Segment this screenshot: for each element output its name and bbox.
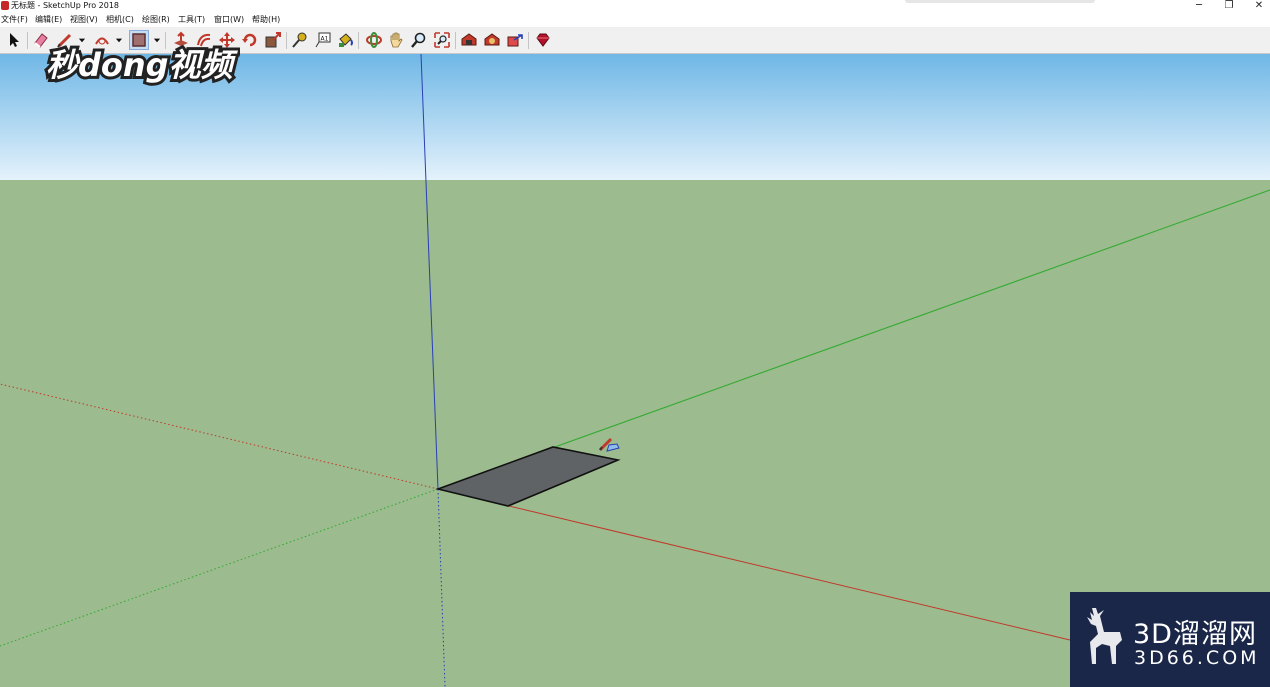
- menu-view[interactable]: 视图(V): [70, 13, 98, 27]
- minimize-button[interactable]: ─: [1184, 0, 1214, 13]
- scale-tool-button[interactable]: [263, 30, 283, 50]
- menu-file[interactable]: 文件(F): [1, 13, 28, 27]
- zoom-extents-tool-button[interactable]: [432, 30, 452, 50]
- svg-text:秒dong视频: 秒dong视频: [46, 46, 239, 84]
- brand-domain: 3D66.COM: [1134, 647, 1260, 669]
- zoom-extents-icon: [434, 32, 450, 48]
- menu-edit[interactable]: 编辑(E): [35, 13, 62, 27]
- toolbar-separator: [27, 32, 28, 49]
- chevron-down-icon: [153, 38, 160, 43]
- text-tool-button[interactable]: A1: [313, 30, 333, 50]
- sketchup-logo-icon: [1, 1, 9, 10]
- deer-logo-icon: [1087, 608, 1122, 664]
- warehouse-tool-button[interactable]: [459, 30, 479, 50]
- menu-camera[interactable]: 相机(C): [106, 13, 134, 27]
- share-model-tool-button[interactable]: [505, 30, 525, 50]
- title-bar: 无标题 - SketchUp Pro 2018 ─ ❐ ✕: [0, 0, 1270, 13]
- restore-button[interactable]: ❐: [1214, 0, 1244, 13]
- extension-icon: [484, 33, 500, 46]
- tape-measure-tool-button[interactable]: [290, 30, 310, 50]
- select-tool-button[interactable]: [4, 30, 24, 50]
- ruby-icon: [536, 33, 550, 47]
- tape-icon: [292, 32, 307, 48]
- close-button[interactable]: ✕: [1244, 0, 1270, 13]
- window-title: 无标题 - SketchUp Pro 2018: [11, 1, 119, 10]
- extension-warehouse-tool-button[interactable]: [482, 30, 502, 50]
- extension-manager-tool-button[interactable]: [533, 30, 553, 50]
- svg-text:A1: A1: [321, 36, 329, 43]
- menu-help[interactable]: 帮助(H): [252, 13, 280, 27]
- menu-tools[interactable]: 工具(T): [178, 13, 205, 27]
- warehouse-icon: [461, 33, 477, 46]
- menu-bar: 文件(F) 编辑(E) 视图(V) 相机(C) 绘图(R) 工具(T) 窗口(W…: [0, 13, 1270, 27]
- pan-tool-button[interactable]: [386, 30, 406, 50]
- paint-bucket-icon: [339, 33, 353, 47]
- orbit-tool-button[interactable]: [364, 30, 384, 50]
- brand-name: 3D溜溜网: [1133, 619, 1257, 650]
- toolbar-separator: [358, 32, 359, 49]
- paint-bucket-tool-button[interactable]: [335, 30, 355, 50]
- title-bar-handle: [905, 0, 1095, 3]
- miaodong-watermark: 秒dong视频: [43, 43, 242, 92]
- toolbar-separator: [528, 32, 529, 49]
- rotate-icon: [242, 33, 257, 47]
- rotate-tool-button[interactable]: [240, 30, 260, 50]
- arrow-icon: [10, 33, 19, 47]
- orbit-icon: [366, 32, 382, 48]
- toolbar-separator: [286, 32, 287, 49]
- share-icon: [507, 34, 523, 47]
- zoom-tool-button[interactable]: [409, 30, 429, 50]
- menu-window[interactable]: 窗口(W): [214, 13, 244, 27]
- text-icon: A1: [315, 32, 331, 48]
- 3d66-watermark: 3D溜溜网 3D66.COM: [1070, 592, 1270, 687]
- magnifier-icon: [411, 32, 426, 48]
- chevron-down-icon: [115, 38, 122, 43]
- menu-draw[interactable]: 绘图(R): [142, 13, 170, 27]
- hand-icon: [390, 32, 403, 48]
- chevron-down-icon: [78, 38, 85, 43]
- toolbar-separator: [455, 32, 456, 49]
- scale-icon: [265, 32, 281, 48]
